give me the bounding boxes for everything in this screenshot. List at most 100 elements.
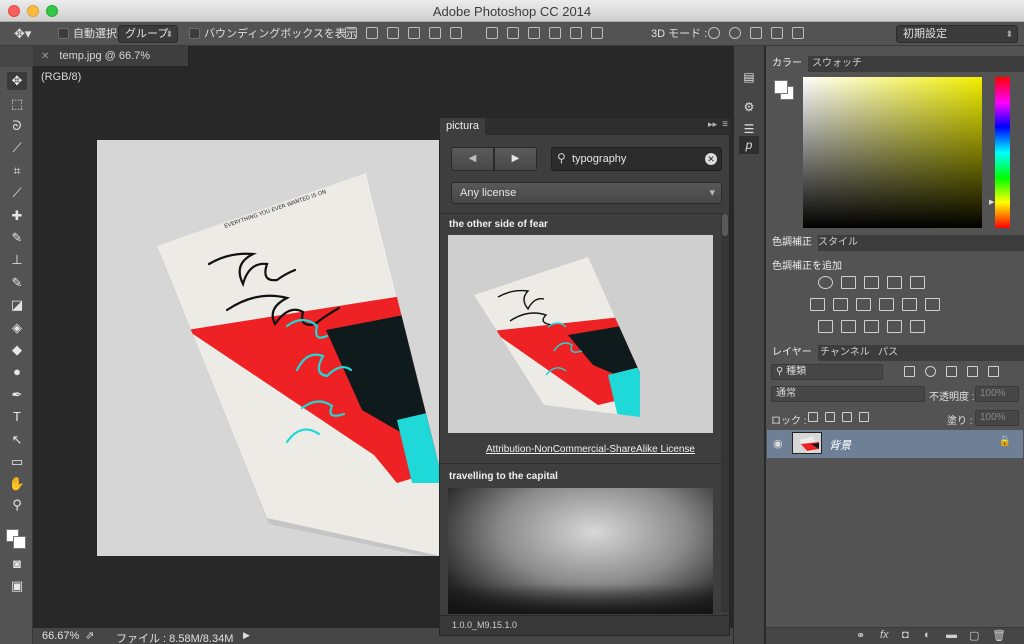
visibility-eye-icon[interactable]: ◉ [773, 437, 783, 450]
background-color-swatch[interactable] [13, 536, 26, 549]
document-tab[interactable]: ✕ temp.jpg @ 66.7% (RGB/8) [33, 46, 189, 83]
lock-pixels-icon[interactable] [825, 412, 835, 422]
blur-tool-icon[interactable]: ◆ [7, 341, 27, 359]
distribute-icons[interactable] [486, 27, 603, 41]
tab-color[interactable]: カラー [766, 56, 808, 72]
align-hcenter-icon[interactable] [429, 27, 441, 39]
tab-channels[interactable]: チャンネル [814, 345, 876, 361]
invert-icon[interactable] [818, 320, 833, 333]
color-foreground-swatch[interactable] [774, 80, 788, 94]
fill-input[interactable]: 100% [975, 410, 1019, 426]
scrollbar-thumb[interactable] [722, 214, 728, 236]
photo-filter-icon[interactable] [879, 298, 894, 311]
opacity-input[interactable]: 100% [975, 386, 1019, 402]
3d-mode-icons[interactable] [708, 27, 804, 41]
black-white-icon[interactable] [856, 298, 871, 311]
history-panel-icon[interactable]: ▤ [739, 68, 759, 86]
3d-scale-icon[interactable] [792, 27, 804, 39]
quick-select-tool-icon[interactable]: ⟋ [7, 139, 27, 157]
zoom-tool-icon[interactable]: ⚲ [7, 496, 27, 514]
paint-bucket-tool-icon[interactable]: ◈ [7, 319, 27, 337]
threshold-icon[interactable] [864, 320, 879, 333]
toolbox-grip[interactable] [0, 46, 33, 67]
brush-tool-icon[interactable]: ✎ [7, 229, 27, 247]
distribute-right-icon[interactable] [591, 27, 603, 39]
pictura-panel-icon[interactable]: p [739, 136, 759, 154]
clear-search-icon[interactable]: ✕ [705, 153, 717, 165]
color-lookup-icon[interactable] [925, 298, 940, 311]
distribute-left-icon[interactable] [549, 27, 561, 39]
tab-adjustments[interactable]: 色調補正 [766, 235, 818, 251]
add-mask-icon[interactable]: ◘ [902, 629, 909, 641]
new-group-icon[interactable]: ▬ [946, 629, 957, 641]
new-layer-icon[interactable]: ▢ [969, 629, 979, 642]
pictura-tab[interactable]: pictura [440, 118, 486, 135]
posterize-icon[interactable] [841, 320, 856, 333]
align-vcenter-icon[interactable] [366, 27, 378, 39]
new-adjustment-layer-icon[interactable]: ◐ [924, 629, 931, 641]
color-field[interactable] [803, 77, 982, 228]
dodge-tool-icon[interactable]: ● [7, 363, 27, 381]
align-right-icon[interactable] [450, 27, 462, 39]
result-thumbnail[interactable] [448, 488, 713, 614]
link-layers-icon[interactable]: ⚭ [856, 629, 865, 642]
lock-transparency-icon[interactable] [808, 412, 818, 422]
3d-roll-icon[interactable] [729, 27, 741, 39]
selective-color-icon[interactable] [887, 320, 902, 333]
auto-select-checkbox[interactable] [58, 28, 69, 39]
align-left-icon[interactable] [408, 27, 420, 39]
hand-tool-icon[interactable]: ✋ [7, 475, 27, 493]
3d-pan-icon[interactable] [750, 27, 762, 39]
type-tool-icon[interactable]: T [7, 408, 27, 426]
license-dropdown[interactable]: Any license [451, 182, 722, 204]
healing-brush-tool-icon[interactable]: ✚ [7, 207, 27, 225]
distribute-top-icon[interactable] [486, 27, 498, 39]
path-selection-tool-icon[interactable]: ↖ [7, 431, 27, 449]
close-document-icon[interactable]: ✕ [41, 51, 49, 62]
search-input[interactable]: typography [572, 153, 626, 165]
zoom-level[interactable]: 66.67% [42, 630, 79, 642]
3d-rotate-icon[interactable] [708, 27, 720, 39]
lock-position-icon[interactable] [842, 412, 852, 422]
previous-page-button[interactable]: ◀ [451, 147, 494, 171]
search-field[interactable]: ⚲ typography ✕ [551, 147, 722, 171]
layer-filter-dropdown[interactable]: ⚲ 種類 [771, 364, 883, 380]
tab-paths[interactable]: パス [872, 345, 904, 361]
move-tool-icon[interactable]: ✥ [7, 72, 27, 90]
history-brush-tool-icon[interactable]: ✎ [7, 274, 27, 292]
tab-layers[interactable]: レイヤー [766, 345, 818, 361]
layer-style-icon[interactable]: fx [880, 629, 889, 641]
next-page-button[interactable]: ▶ [494, 147, 537, 171]
distribute-vcenter-icon[interactable] [507, 27, 519, 39]
share-icon[interactable]: ⇗ [85, 629, 94, 642]
show-transform-checkbox[interactable] [189, 28, 200, 39]
results-scrollbar[interactable] [721, 214, 729, 612]
document-canvas[interactable]: EVERYTHING YOU EVER WANTED IS ON [97, 140, 440, 556]
rectangle-tool-icon[interactable]: ▭ [7, 453, 27, 471]
result-thumbnail[interactable] [448, 235, 713, 433]
panel-menu-icon[interactable]: ≡ [722, 119, 728, 130]
delete-layer-icon[interactable]: 🗑 [992, 629, 1006, 642]
filter-shape-icon[interactable] [967, 366, 978, 377]
eraser-tool-icon[interactable]: ◪ [7, 296, 27, 314]
status-menu-arrow-icon[interactable]: ▶ [243, 630, 250, 641]
blend-mode-dropdown[interactable]: 通常 [771, 386, 925, 402]
marquee-tool-icon[interactable]: ⬚ [7, 95, 27, 113]
auto-select-dropdown[interactable]: グループ [118, 25, 178, 43]
gradient-map-icon[interactable] [910, 320, 925, 333]
hue-slider-marker-icon[interactable]: ▶ [989, 198, 994, 206]
vibrance-icon[interactable] [910, 276, 925, 289]
align-top-icon[interactable] [345, 27, 357, 39]
exposure-icon[interactable] [887, 276, 902, 289]
crop-tool-icon[interactable]: ⌗ [7, 162, 27, 180]
hue-saturation-icon[interactable] [810, 298, 825, 311]
quick-mask-icon[interactable]: ◙ [7, 555, 27, 573]
lasso-tool-icon[interactable]: ᘐ [7, 117, 27, 135]
distribute-bottom-icon[interactable] [528, 27, 540, 39]
workspace-dropdown[interactable]: 初期設定 [896, 25, 1018, 43]
color-balance-icon[interactable] [833, 298, 848, 311]
move-tool-preset-icon[interactable]: ✥▾ [14, 25, 31, 43]
brightness-icon[interactable] [818, 276, 833, 289]
align-icons[interactable] [345, 27, 462, 41]
eyedropper-tool-icon[interactable]: ⟋ [7, 184, 27, 202]
